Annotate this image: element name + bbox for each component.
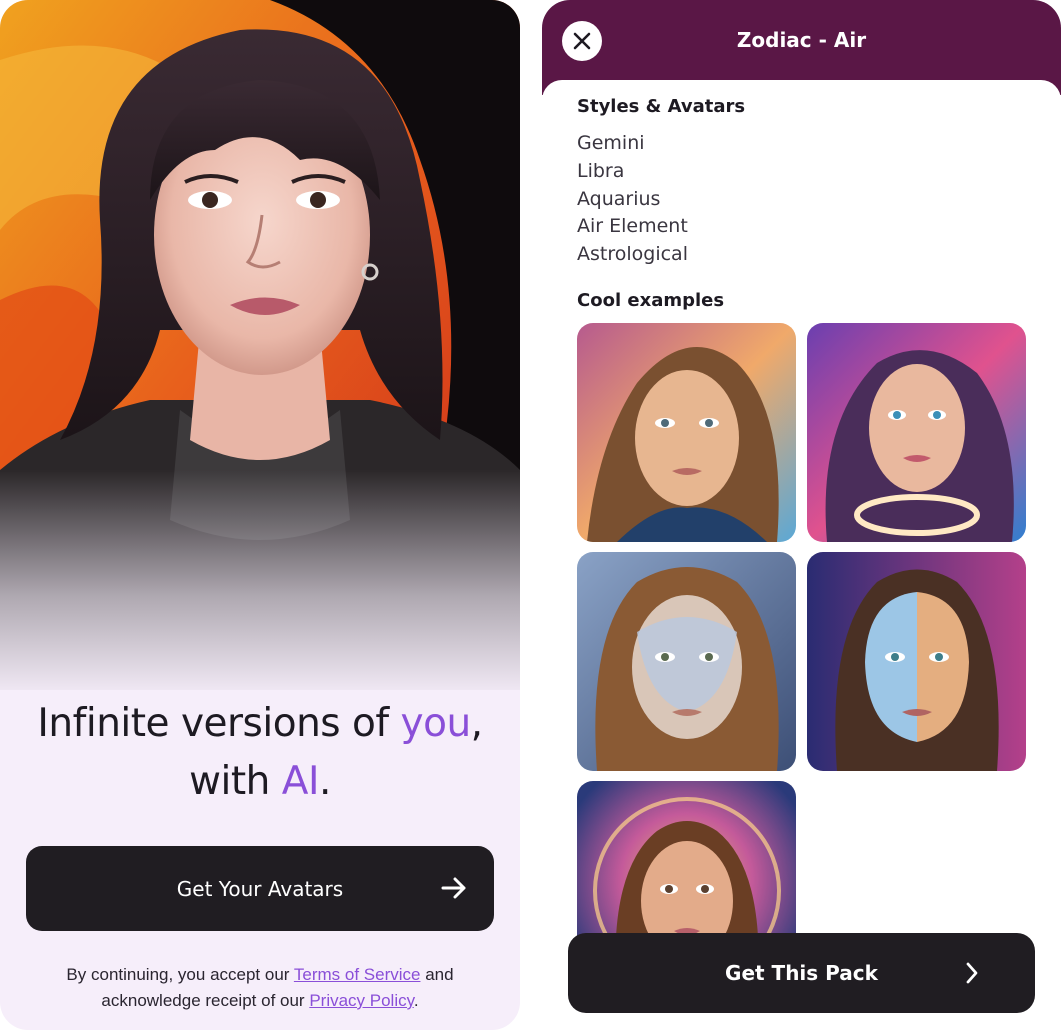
- portrait-thumbnail: [577, 781, 796, 941]
- chevron-right-icon: [966, 962, 978, 984]
- arrow-right-icon: [441, 877, 466, 899]
- legal-notice: By continuing, you accept our Terms of S…: [0, 962, 520, 1014]
- headline-accent-you: you: [400, 701, 472, 746]
- get-this-pack-button[interactable]: Get This Pack: [568, 933, 1035, 1013]
- example-image[interactable]: [807, 323, 1026, 542]
- example-image[interactable]: [577, 552, 796, 771]
- example-image[interactable]: [807, 552, 1026, 771]
- onboarding-screen: Infinite versions of you, with AI. Get Y…: [0, 0, 520, 1030]
- style-item: Aquarius: [577, 187, 661, 210]
- headline-text: Infinite versions of: [37, 701, 401, 746]
- legal-text: and: [420, 965, 454, 984]
- terms-of-service-link[interactable]: Terms of Service: [294, 965, 421, 984]
- get-this-pack-label: Get This Pack: [725, 961, 878, 985]
- legal-text: By continuing, you accept our: [66, 965, 294, 984]
- portrait-thumbnail: [577, 552, 796, 771]
- headline-text: with: [189, 759, 282, 804]
- privacy-policy-link[interactable]: Privacy Policy: [309, 991, 414, 1010]
- portrait-thumbnail: [577, 323, 796, 542]
- style-item: Libra: [577, 159, 625, 182]
- pack-title: Zodiac - Air: [736, 28, 867, 52]
- style-item: Astrological: [577, 243, 688, 266]
- headline-accent-ai: AI: [281, 759, 320, 804]
- headline-text: .: [318, 759, 331, 804]
- example-image[interactable]: [577, 781, 796, 941]
- examples-heading: Cool examples: [577, 290, 725, 311]
- styles-heading: Styles & Avatars: [577, 96, 746, 117]
- legal-text: .: [413, 991, 419, 1010]
- headline-text: ,: [470, 701, 483, 746]
- example-image[interactable]: [577, 323, 796, 542]
- pack-detail-screen: Zodiac - Air Styles & Avatars Gemini Lib…: [542, 0, 1061, 1030]
- legal-text: acknowledge receipt of our: [101, 991, 310, 1010]
- get-your-avatars-button[interactable]: Get Your Avatars: [26, 846, 494, 931]
- get-your-avatars-label: Get Your Avatars: [176, 876, 344, 901]
- portrait-thumbnail: [807, 552, 1026, 771]
- style-item: Gemini: [577, 132, 645, 154]
- style-item: Air Element: [577, 215, 688, 238]
- onboarding-headline: Infinite versions of you, with AI.: [0, 695, 520, 811]
- styles-list: Gemini Libra Aquarius Air Element Astrol…: [577, 131, 688, 270]
- hero-fade-overlay: [0, 470, 520, 700]
- portrait-thumbnail: [807, 323, 1026, 542]
